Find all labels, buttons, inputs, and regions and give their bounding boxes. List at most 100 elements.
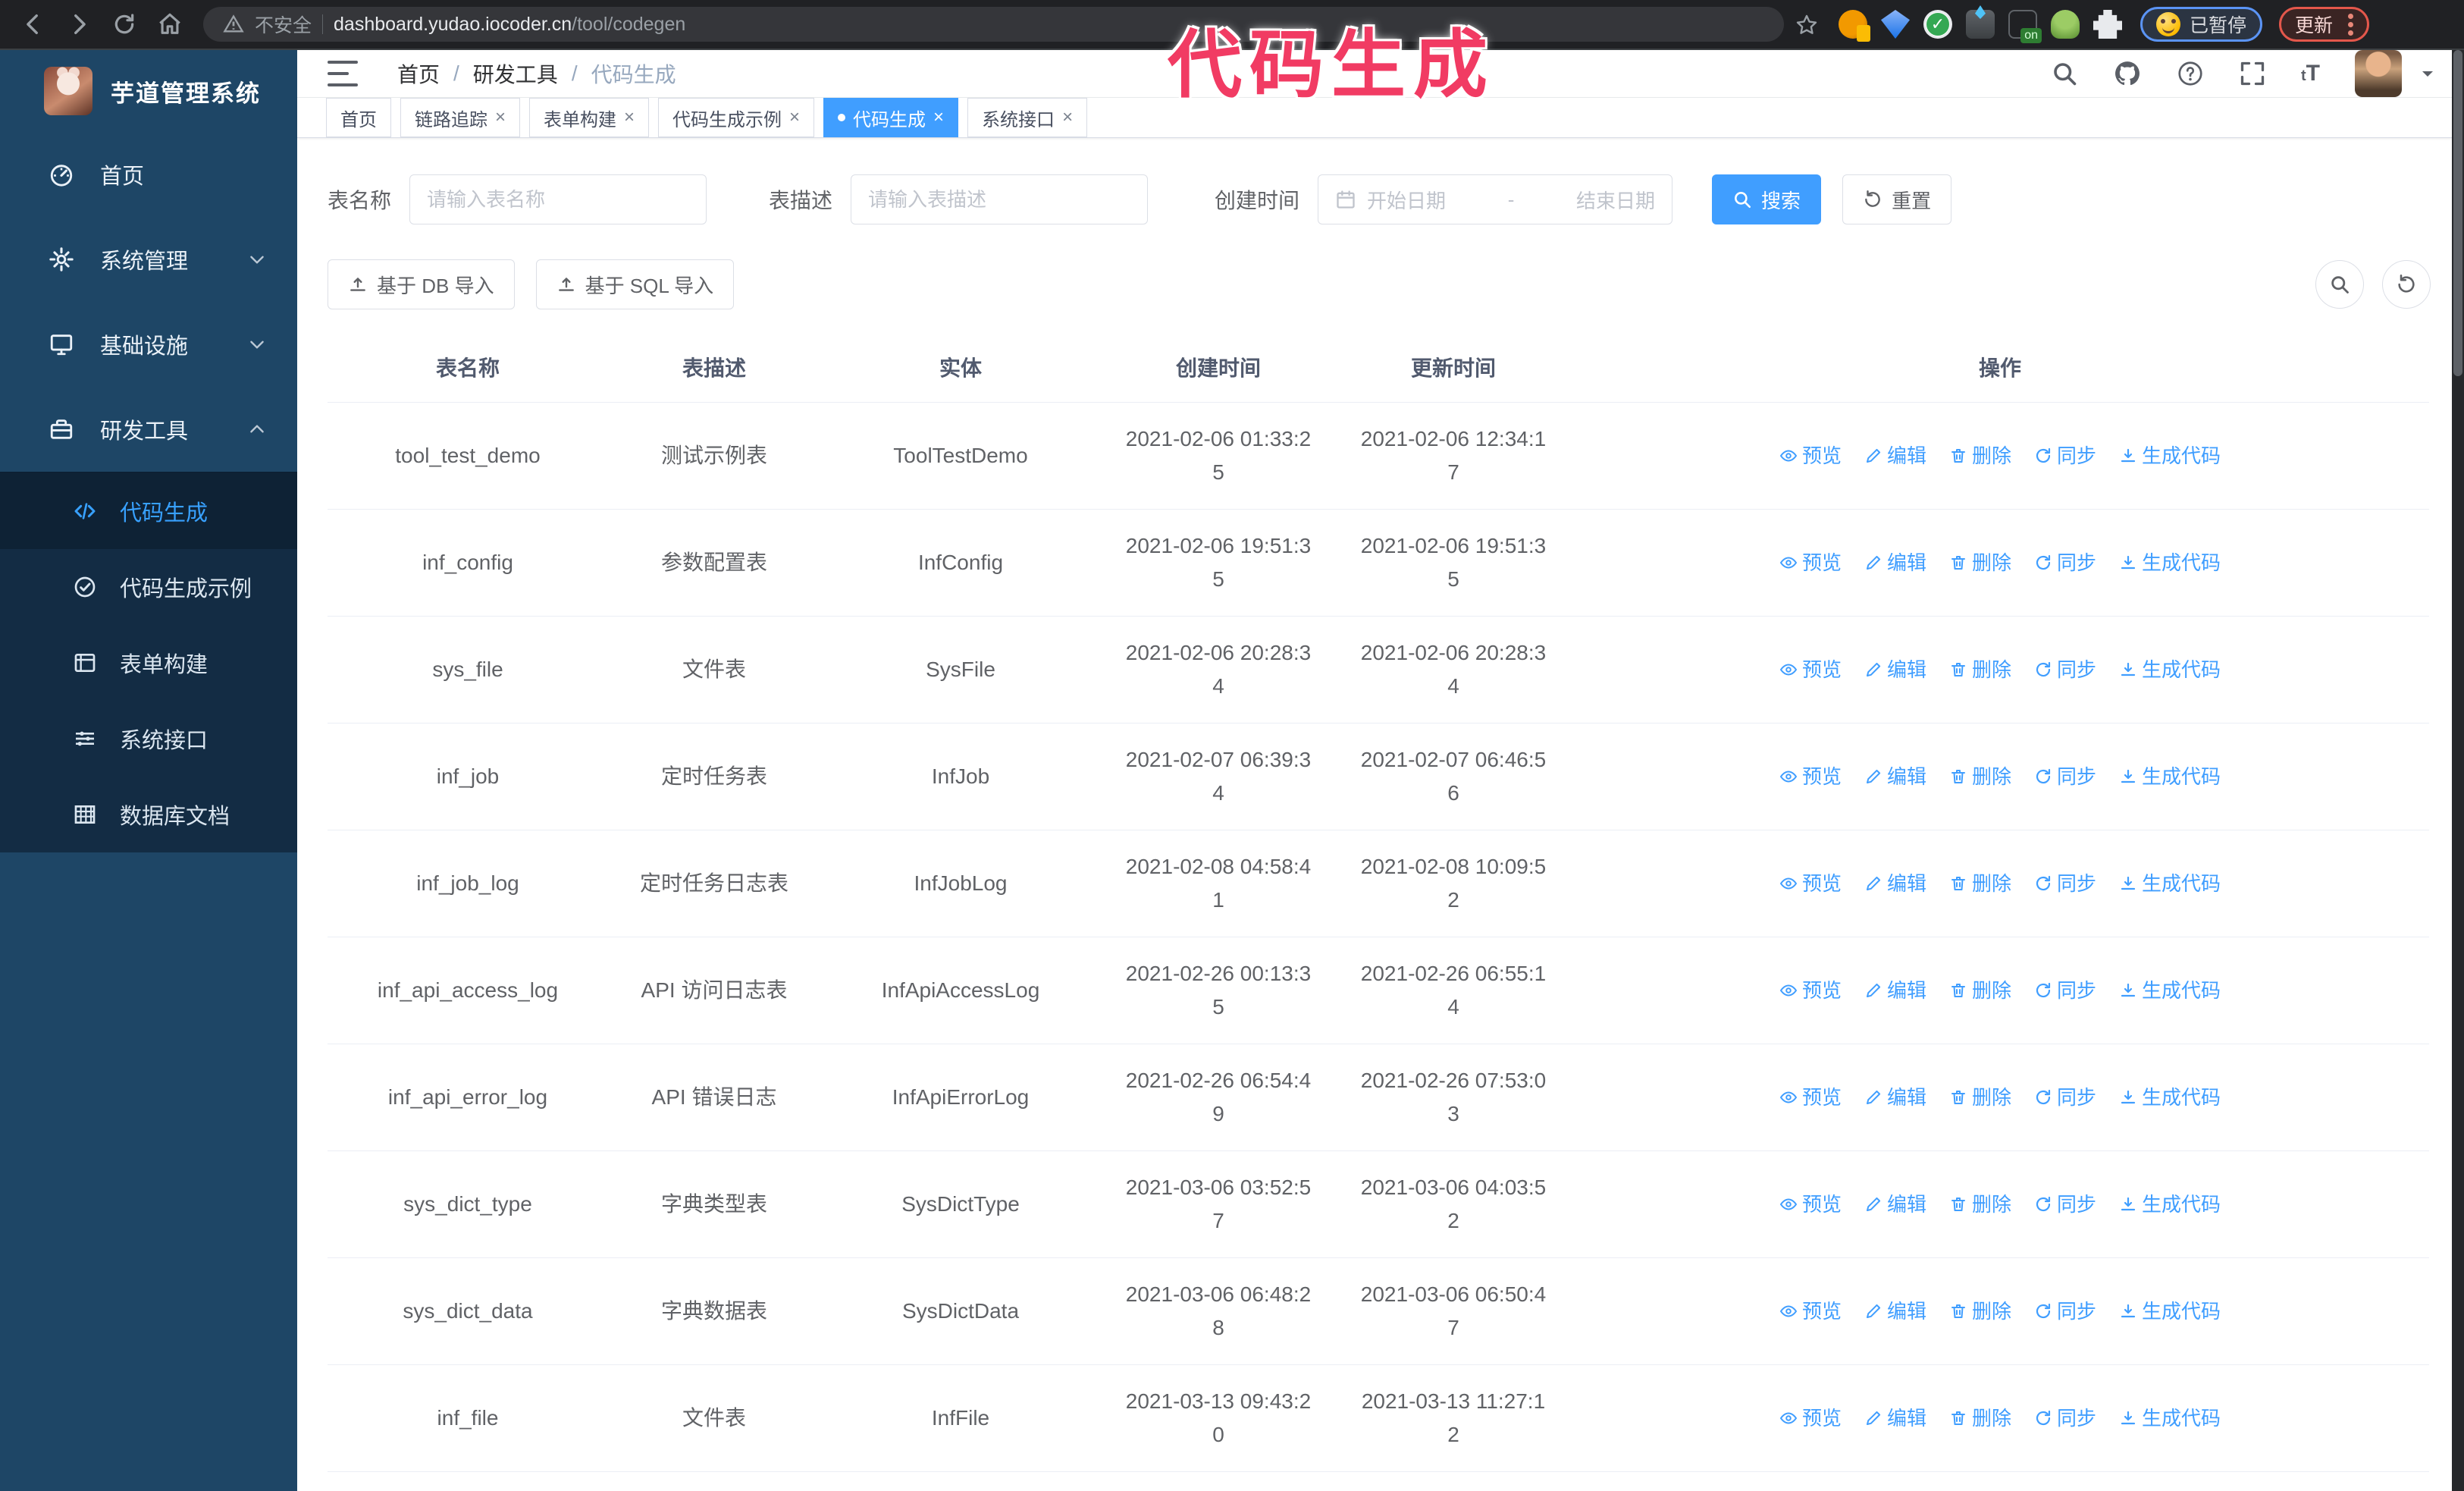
delete-link[interactable]: 删除 <box>1949 867 2011 900</box>
sync-link[interactable]: 同步 <box>2034 974 2096 1007</box>
help-icon[interactable] <box>2177 60 2204 87</box>
sidebar-item-dev-tools[interactable]: 研发工具 <box>0 387 297 472</box>
generate-code-link[interactable]: 生成代码 <box>2119 867 2221 900</box>
paused-extension-badge[interactable]: 已暂停 <box>2140 7 2263 42</box>
sidebar-toggle-icon[interactable] <box>328 61 358 86</box>
extension-icon-5[interactable] <box>2008 10 2042 43</box>
preview-link[interactable]: 预览 <box>1779 974 1842 1007</box>
edit-link[interactable]: 编辑 <box>1864 867 1926 900</box>
preview-link[interactable]: 预览 <box>1779 1188 1842 1221</box>
address-bar[interactable]: 不安全 dashboard.yudao.iocoder.cn/tool/code… <box>203 7 1784 42</box>
browser-home-button[interactable] <box>150 5 190 44</box>
delete-link[interactable]: 删除 <box>1949 760 2011 793</box>
close-icon[interactable]: × <box>495 108 506 127</box>
browser-update-button[interactable]: 更新 <box>2279 7 2370 42</box>
tab-system-api[interactable]: 系统接口 × <box>967 98 1088 137</box>
generate-code-link[interactable]: 生成代码 <box>2119 653 2221 686</box>
sidebar-item-form-builder[interactable]: 表单构建 <box>0 625 297 701</box>
delete-link[interactable]: 删除 <box>1949 1295 2011 1328</box>
extension-icon-2[interactable] <box>1881 10 1910 39</box>
edit-link[interactable]: 编辑 <box>1864 760 1926 793</box>
extension-icon-3[interactable] <box>1923 10 1952 39</box>
generate-code-link[interactable]: 生成代码 <box>2119 1295 2221 1328</box>
tab-codegen[interactable]: 代码生成 × <box>823 98 959 137</box>
delete-link[interactable]: 删除 <box>1949 653 2011 686</box>
edit-link[interactable]: 编辑 <box>1864 653 1926 686</box>
header-search-icon[interactable] <box>2051 60 2078 87</box>
sync-link[interactable]: 同步 <box>2034 439 2096 472</box>
edit-link[interactable]: 编辑 <box>1864 1081 1926 1114</box>
preview-link[interactable]: 预览 <box>1779 1081 1842 1114</box>
preview-link[interactable]: 预览 <box>1779 1295 1842 1328</box>
preview-link[interactable]: 预览 <box>1779 546 1842 579</box>
table-desc-input[interactable] <box>868 187 1131 212</box>
user-avatar[interactable] <box>2355 50 2402 97</box>
import-db-button[interactable]: 基于 DB 导入 <box>328 259 515 309</box>
sidebar-item-system-api[interactable]: 系统接口 <box>0 701 297 777</box>
close-icon[interactable]: × <box>1062 108 1073 127</box>
date-range-picker[interactable]: 开始日期 - 结束日期 <box>1318 174 1673 224</box>
browser-menu-icon[interactable] <box>2348 13 2354 36</box>
sidebar-item-database-doc[interactable]: 数据库文档 <box>0 777 297 852</box>
breadcrumb-home[interactable]: 首页 <box>397 58 440 89</box>
delete-link[interactable]: 删除 <box>1949 1081 2011 1114</box>
edit-link[interactable]: 编辑 <box>1864 974 1926 1007</box>
generate-code-link[interactable]: 生成代码 <box>2119 974 2221 1007</box>
edit-link[interactable]: 编辑 <box>1864 546 1926 579</box>
generate-code-link[interactable]: 生成代码 <box>2119 439 2221 472</box>
preview-link[interactable]: 预览 <box>1779 867 1842 900</box>
tab-home[interactable]: 首页 <box>326 98 391 137</box>
sidebar-item-system-management[interactable]: 系统管理 <box>0 217 297 302</box>
delete-link[interactable]: 删除 <box>1949 1188 2011 1221</box>
generate-code-link[interactable]: 生成代码 <box>2119 760 2221 793</box>
fullscreen-icon[interactable] <box>2239 60 2266 87</box>
search-button[interactable]: 搜索 <box>1712 174 1822 224</box>
tab-codegen-example[interactable]: 代码生成示例 × <box>658 98 815 137</box>
preview-link[interactable]: 预览 <box>1779 439 1842 472</box>
delete-link[interactable]: 删除 <box>1949 1402 2011 1435</box>
browser-forward-button[interactable] <box>59 5 99 44</box>
sync-link[interactable]: 同步 <box>2034 1295 2096 1328</box>
generate-code-link[interactable]: 生成代码 <box>2119 1081 2221 1114</box>
sync-link[interactable]: 同步 <box>2034 546 2096 579</box>
avatar-caret-down-icon[interactable] <box>2419 64 2437 83</box>
breadcrumb-dev-tools[interactable]: 研发工具 <box>473 58 558 89</box>
app-logo[interactable]: 芋道管理系统 <box>0 50 297 132</box>
preview-link[interactable]: 预览 <box>1779 653 1842 686</box>
github-icon[interactable] <box>2113 59 2142 88</box>
sync-link[interactable]: 同步 <box>2034 1188 2096 1221</box>
import-sql-button[interactable]: 基于 SQL 导入 <box>535 259 735 309</box>
window-scrollbar[interactable] <box>2452 50 2464 1491</box>
sync-link[interactable]: 同步 <box>2034 653 2096 686</box>
edit-link[interactable]: 编辑 <box>1864 1402 1926 1435</box>
close-icon[interactable]: × <box>624 108 635 127</box>
sync-link[interactable]: 同步 <box>2034 1081 2096 1114</box>
close-icon[interactable]: × <box>789 108 800 127</box>
reset-button[interactable]: 重置 <box>1842 174 1952 224</box>
font-size-icon[interactable]: tT <box>2301 61 2320 86</box>
sidebar-item-code-generation[interactable]: 代码生成 <box>0 473 297 549</box>
sidebar-item-home[interactable]: 首页 <box>0 132 297 217</box>
preview-link[interactable]: 预览 <box>1779 1402 1842 1435</box>
refresh-table-button[interactable] <box>2382 260 2431 309</box>
browser-reload-button[interactable] <box>105 5 144 44</box>
sync-link[interactable]: 同步 <box>2034 1402 2096 1435</box>
delete-link[interactable]: 删除 <box>1949 546 2011 579</box>
delete-link[interactable]: 删除 <box>1949 439 2011 472</box>
tab-form-builder[interactable]: 表单构建 × <box>529 98 650 137</box>
extension-icon-1[interactable] <box>1839 10 1870 42</box>
edit-link[interactable]: 编辑 <box>1864 1188 1926 1221</box>
edit-link[interactable]: 编辑 <box>1864 439 1926 472</box>
sync-link[interactable]: 同步 <box>2034 760 2096 793</box>
close-icon[interactable]: × <box>933 108 944 127</box>
scrollbar-thumb[interactable] <box>2453 50 2462 376</box>
edit-link[interactable]: 编辑 <box>1864 1295 1926 1328</box>
toggle-search-button[interactable] <box>2315 260 2364 309</box>
extension-icon-6[interactable] <box>2051 10 2080 39</box>
generate-code-link[interactable]: 生成代码 <box>2119 1188 2221 1221</box>
extension-icon-4[interactable] <box>1966 10 1995 39</box>
bookmark-star-icon[interactable] <box>1795 11 1819 37</box>
sidebar-item-infrastructure[interactable]: 基础设施 <box>0 302 297 387</box>
preview-link[interactable]: 预览 <box>1779 760 1842 793</box>
table-name-input[interactable] <box>427 187 690 212</box>
